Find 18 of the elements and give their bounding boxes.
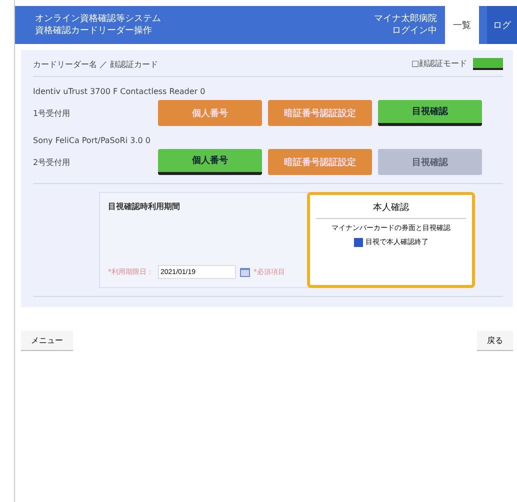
mode-button[interactable]: 目視確認 xyxy=(378,100,482,126)
reader-label: 1号受付用 xyxy=(33,108,72,118)
reader-label: 2号受付用 xyxy=(33,156,72,168)
checkbox[interactable] xyxy=(354,238,362,246)
breadcrumb: カードリーダー名 ／ 顔認証カード xyxy=(33,58,158,70)
mode-label: □顔認証モード xyxy=(411,59,467,68)
list-button[interactable]: 一覧 xyxy=(445,6,479,44)
app-title: オンライン資格確認等システム 資格確認カードリーダー操作 xyxy=(35,13,162,37)
device-name: Sony FeliCa Port/PaSoRi 3.0 0 xyxy=(33,136,152,145)
back-button[interactable]: 戻る xyxy=(477,331,513,351)
period-title: 目視確認時利用期間 xyxy=(108,201,181,212)
menu-button[interactable]: メニュー xyxy=(21,331,73,351)
dialog-title: 本人確認 xyxy=(316,201,466,219)
header-button[interactable]: ログ xyxy=(487,6,517,44)
device-name: Identiv uTrust 3700 F Contactless Reader 0 xyxy=(33,87,206,96)
calendar-icon[interactable] xyxy=(240,267,250,277)
mode-button[interactable]: 個人番号 xyxy=(158,149,262,175)
facility-info: マイナ太郎病院 ログイン中 xyxy=(374,13,437,37)
